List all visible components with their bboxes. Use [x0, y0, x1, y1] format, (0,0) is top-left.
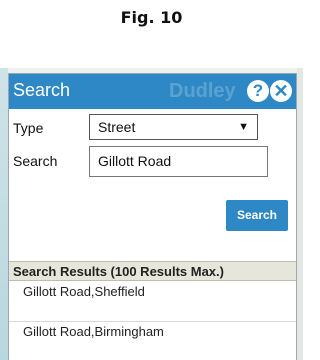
type-select[interactable]: Street ▼: [89, 114, 258, 140]
dropdown-arrow-icon: ▼: [238, 121, 249, 133]
search-label: Search: [13, 153, 58, 169]
map-edge-left: [0, 68, 8, 360]
figure-caption: Fig. 10: [120, 8, 183, 27]
map-edge-right: [297, 68, 303, 360]
close-icon[interactable]: ✕: [270, 80, 292, 102]
type-label: Type: [13, 120, 44, 136]
help-icon[interactable]: ?: [247, 80, 269, 102]
panel-title: Search: [13, 80, 71, 100]
panel-titlebar[interactable]: Dudley Search ? ✕: [9, 74, 296, 109]
search-panel: Dudley Search ? ✕ Type Street ▼ Search G…: [8, 73, 297, 360]
result-item[interactable]: Gillott Road,Sheffield: [9, 282, 296, 322]
result-item[interactable]: Gillott Road,Birmingham: [9, 322, 296, 360]
results-list: Gillott Road,Sheffield Gillott Road,Birm…: [9, 282, 296, 360]
search-button[interactable]: Search: [226, 200, 288, 231]
type-select-value: Street: [98, 119, 136, 135]
search-input[interactable]: Gillott Road: [89, 146, 268, 177]
map-watermark-text: Dudley: [169, 80, 236, 102]
results-header: Search Results (100 Results Max.): [9, 261, 296, 281]
